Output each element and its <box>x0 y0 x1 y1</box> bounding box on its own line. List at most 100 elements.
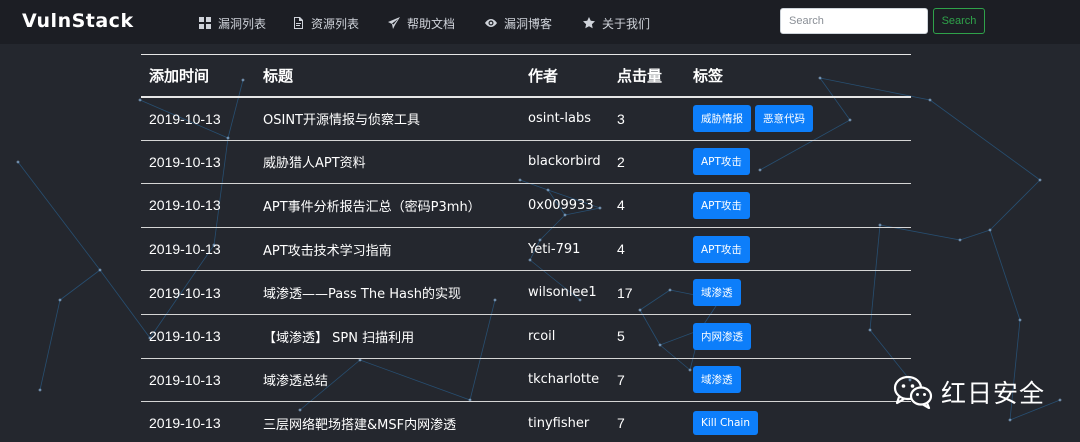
views-cell: 4 <box>609 227 685 272</box>
network-line <box>59 269 101 301</box>
title-cell[interactable]: APT攻击技术学习指南 <box>255 227 520 272</box>
tag-badge[interactable]: 域渗透 <box>693 366 741 394</box>
date-cell: 2019-10-13 <box>141 358 255 403</box>
network-node <box>1058 398 1062 402</box>
tags-cell: APT攻击 <box>685 227 911 272</box>
table-row[interactable]: 2019-10-13 三层网络靶场搭建&MSF内网渗透 tinyfisher 7 Kil… <box>141 401 911 442</box>
network-line <box>989 229 1021 321</box>
network-node <box>98 268 102 272</box>
author-cell: tinyfisher <box>520 401 609 442</box>
title-cell[interactable]: 威胁猎人APT资料 <box>255 140 520 185</box>
watermark-text: 红日安全 <box>941 379 1046 408</box>
author-cell: 0x009933 <box>520 183 609 228</box>
tags-cell: 内网渗透 <box>685 314 911 359</box>
views-cell: 7 <box>609 358 685 403</box>
tag-badge[interactable]: 内网渗透 <box>693 322 751 350</box>
network-node <box>928 98 932 102</box>
views-cell: 4 <box>609 183 685 228</box>
nav-item-about-us[interactable]: 关于我们 <box>582 14 650 32</box>
network-node <box>16 160 20 164</box>
views-cell: 17 <box>609 270 685 315</box>
date-cell: 2019-10-13 <box>141 401 255 442</box>
tag-badge[interactable]: Kill Chain <box>693 411 758 436</box>
navbar: VulnStack 漏洞列表 资源列表 帮助文档 漏洞博客 关于我们 Searc… <box>0 0 1080 44</box>
network-node <box>958 238 962 242</box>
nav-item-vuln-blog[interactable]: 漏洞博客 <box>484 14 552 32</box>
network-line <box>929 99 1041 181</box>
tag-badge[interactable]: APT攻击 <box>693 148 750 176</box>
tags-cell: APT攻击 <box>685 140 911 185</box>
grid-icon <box>199 17 211 29</box>
table-body: 2019-10-13 OSINT开源情报与侦察工具 osint-labs 3 威胁情报恶… <box>141 96 911 442</box>
date-cell: 2019-10-13 <box>141 140 255 185</box>
star-icon <box>583 17 595 29</box>
table-row[interactable]: 2019-10-13 域渗透——Pass The Hash的实现 wilsonlee… <box>141 270 911 315</box>
vuln-table: 添加时间 标题 作者 点击量 标签 2019-10-13 OSINT开源情报与侦察… <box>141 54 911 442</box>
date-cell: 2019-10-13 <box>141 314 255 359</box>
nav-label: 关于我们 <box>602 16 651 31</box>
author-cell: blackorbird <box>520 140 609 185</box>
network-node <box>988 228 992 232</box>
title-cell[interactable]: OSINT开源情报与侦察工具 <box>255 96 520 141</box>
header-title: 标题 <box>255 54 520 98</box>
pdf-icon <box>294 17 303 29</box>
tags-cell: 域渗透 <box>685 270 911 315</box>
eye-icon <box>485 19 497 27</box>
wechat-icon <box>893 375 933 409</box>
table-row[interactable]: 2019-10-13 域渗透总结 tkcharlotte 7 域渗透 <box>141 358 911 403</box>
watermark: 红日安全 <box>893 374 1045 410</box>
brand-logo[interactable]: VulnStack <box>22 10 134 32</box>
nav-label: 漏洞列表 <box>218 16 267 31</box>
date-cell: 2019-10-13 <box>141 227 255 272</box>
nav-label: 资源列表 <box>311 16 360 31</box>
tag-badge[interactable]: APT攻击 <box>693 191 750 219</box>
author-cell: wilsonlee1 <box>520 270 609 315</box>
tag-badge[interactable]: 威胁情报 <box>693 105 751 133</box>
table-row[interactable]: 2019-10-13 威胁猎人APT资料 blackorbird 2 APT攻击 <box>141 140 911 185</box>
author-cell: Yeti-791 <box>520 227 609 272</box>
network-line <box>959 229 991 241</box>
network-line <box>17 161 101 271</box>
tag-badge[interactable]: 恶意代码 <box>755 105 813 133</box>
nav-item-resources[interactable]: 资源列表 <box>291 14 359 32</box>
nav-label: 帮助文档 <box>407 16 456 31</box>
network-node <box>1018 318 1022 322</box>
title-cell[interactable]: 域渗透总结 <box>255 358 520 403</box>
date-cell: 2019-10-13 <box>141 183 255 228</box>
tag-badge[interactable]: APT攻击 <box>693 235 750 263</box>
network-node <box>1008 418 1012 422</box>
table-row[interactable]: 2019-10-13 【域渗透】 SPN 扫描利用 rcoil 5 内网渗透 <box>141 314 911 359</box>
author-cell: tkcharlotte <box>520 358 609 403</box>
nav-item-help-docs[interactable]: 帮助文档 <box>387 14 455 32</box>
network-node <box>38 388 42 392</box>
header-tags: 标签 <box>685 54 911 98</box>
title-cell[interactable]: 【域渗透】 SPN 扫描利用 <box>255 314 520 359</box>
title-cell[interactable]: 三层网络靶场搭建&MSF内网渗透 <box>255 401 520 442</box>
nav-item-vuln-list[interactable]: 漏洞列表 <box>198 14 266 32</box>
title-cell[interactable]: 域渗透——Pass The Hash的实现 <box>255 270 520 315</box>
tags-cell: 威胁情报 恶意代码 <box>685 96 911 141</box>
tags-cell: Kill Chain <box>685 401 911 442</box>
tags-cell: APT攻击 <box>685 183 911 228</box>
network-line <box>39 299 61 391</box>
send-icon <box>388 17 400 29</box>
views-cell: 5 <box>609 314 685 359</box>
date-cell: 2019-10-13 <box>141 270 255 315</box>
table-row[interactable]: 2019-10-13 APT事件分析报告汇总（密码P3mh） 0x009933 4 AP… <box>141 183 911 228</box>
table-row[interactable]: 2019-10-13 OSINT开源情报与侦察工具 osint-labs 3 威胁情报恶… <box>141 96 911 141</box>
title-cell[interactable]: APT事件分析报告汇总（密码P3mh） <box>255 183 520 228</box>
search-input[interactable] <box>780 8 928 34</box>
views-cell: 3 <box>609 96 685 141</box>
views-cell: 7 <box>609 401 685 442</box>
tags-cell: 域渗透 <box>685 358 911 403</box>
search-button[interactable]: Search <box>933 8 985 34</box>
header-date: 添加时间 <box>141 54 255 98</box>
network-node <box>58 298 62 302</box>
nav-label: 漏洞博客 <box>504 16 553 31</box>
date-cell: 2019-10-13 <box>141 96 255 141</box>
network-node <box>1038 178 1042 182</box>
tag-badge[interactable]: 域渗透 <box>693 279 741 307</box>
author-cell: rcoil <box>520 314 609 359</box>
table-row[interactable]: 2019-10-13 APT攻击技术学习指南 Yeti-791 4 APT攻击 <box>141 227 911 272</box>
views-cell: 2 <box>609 140 685 185</box>
